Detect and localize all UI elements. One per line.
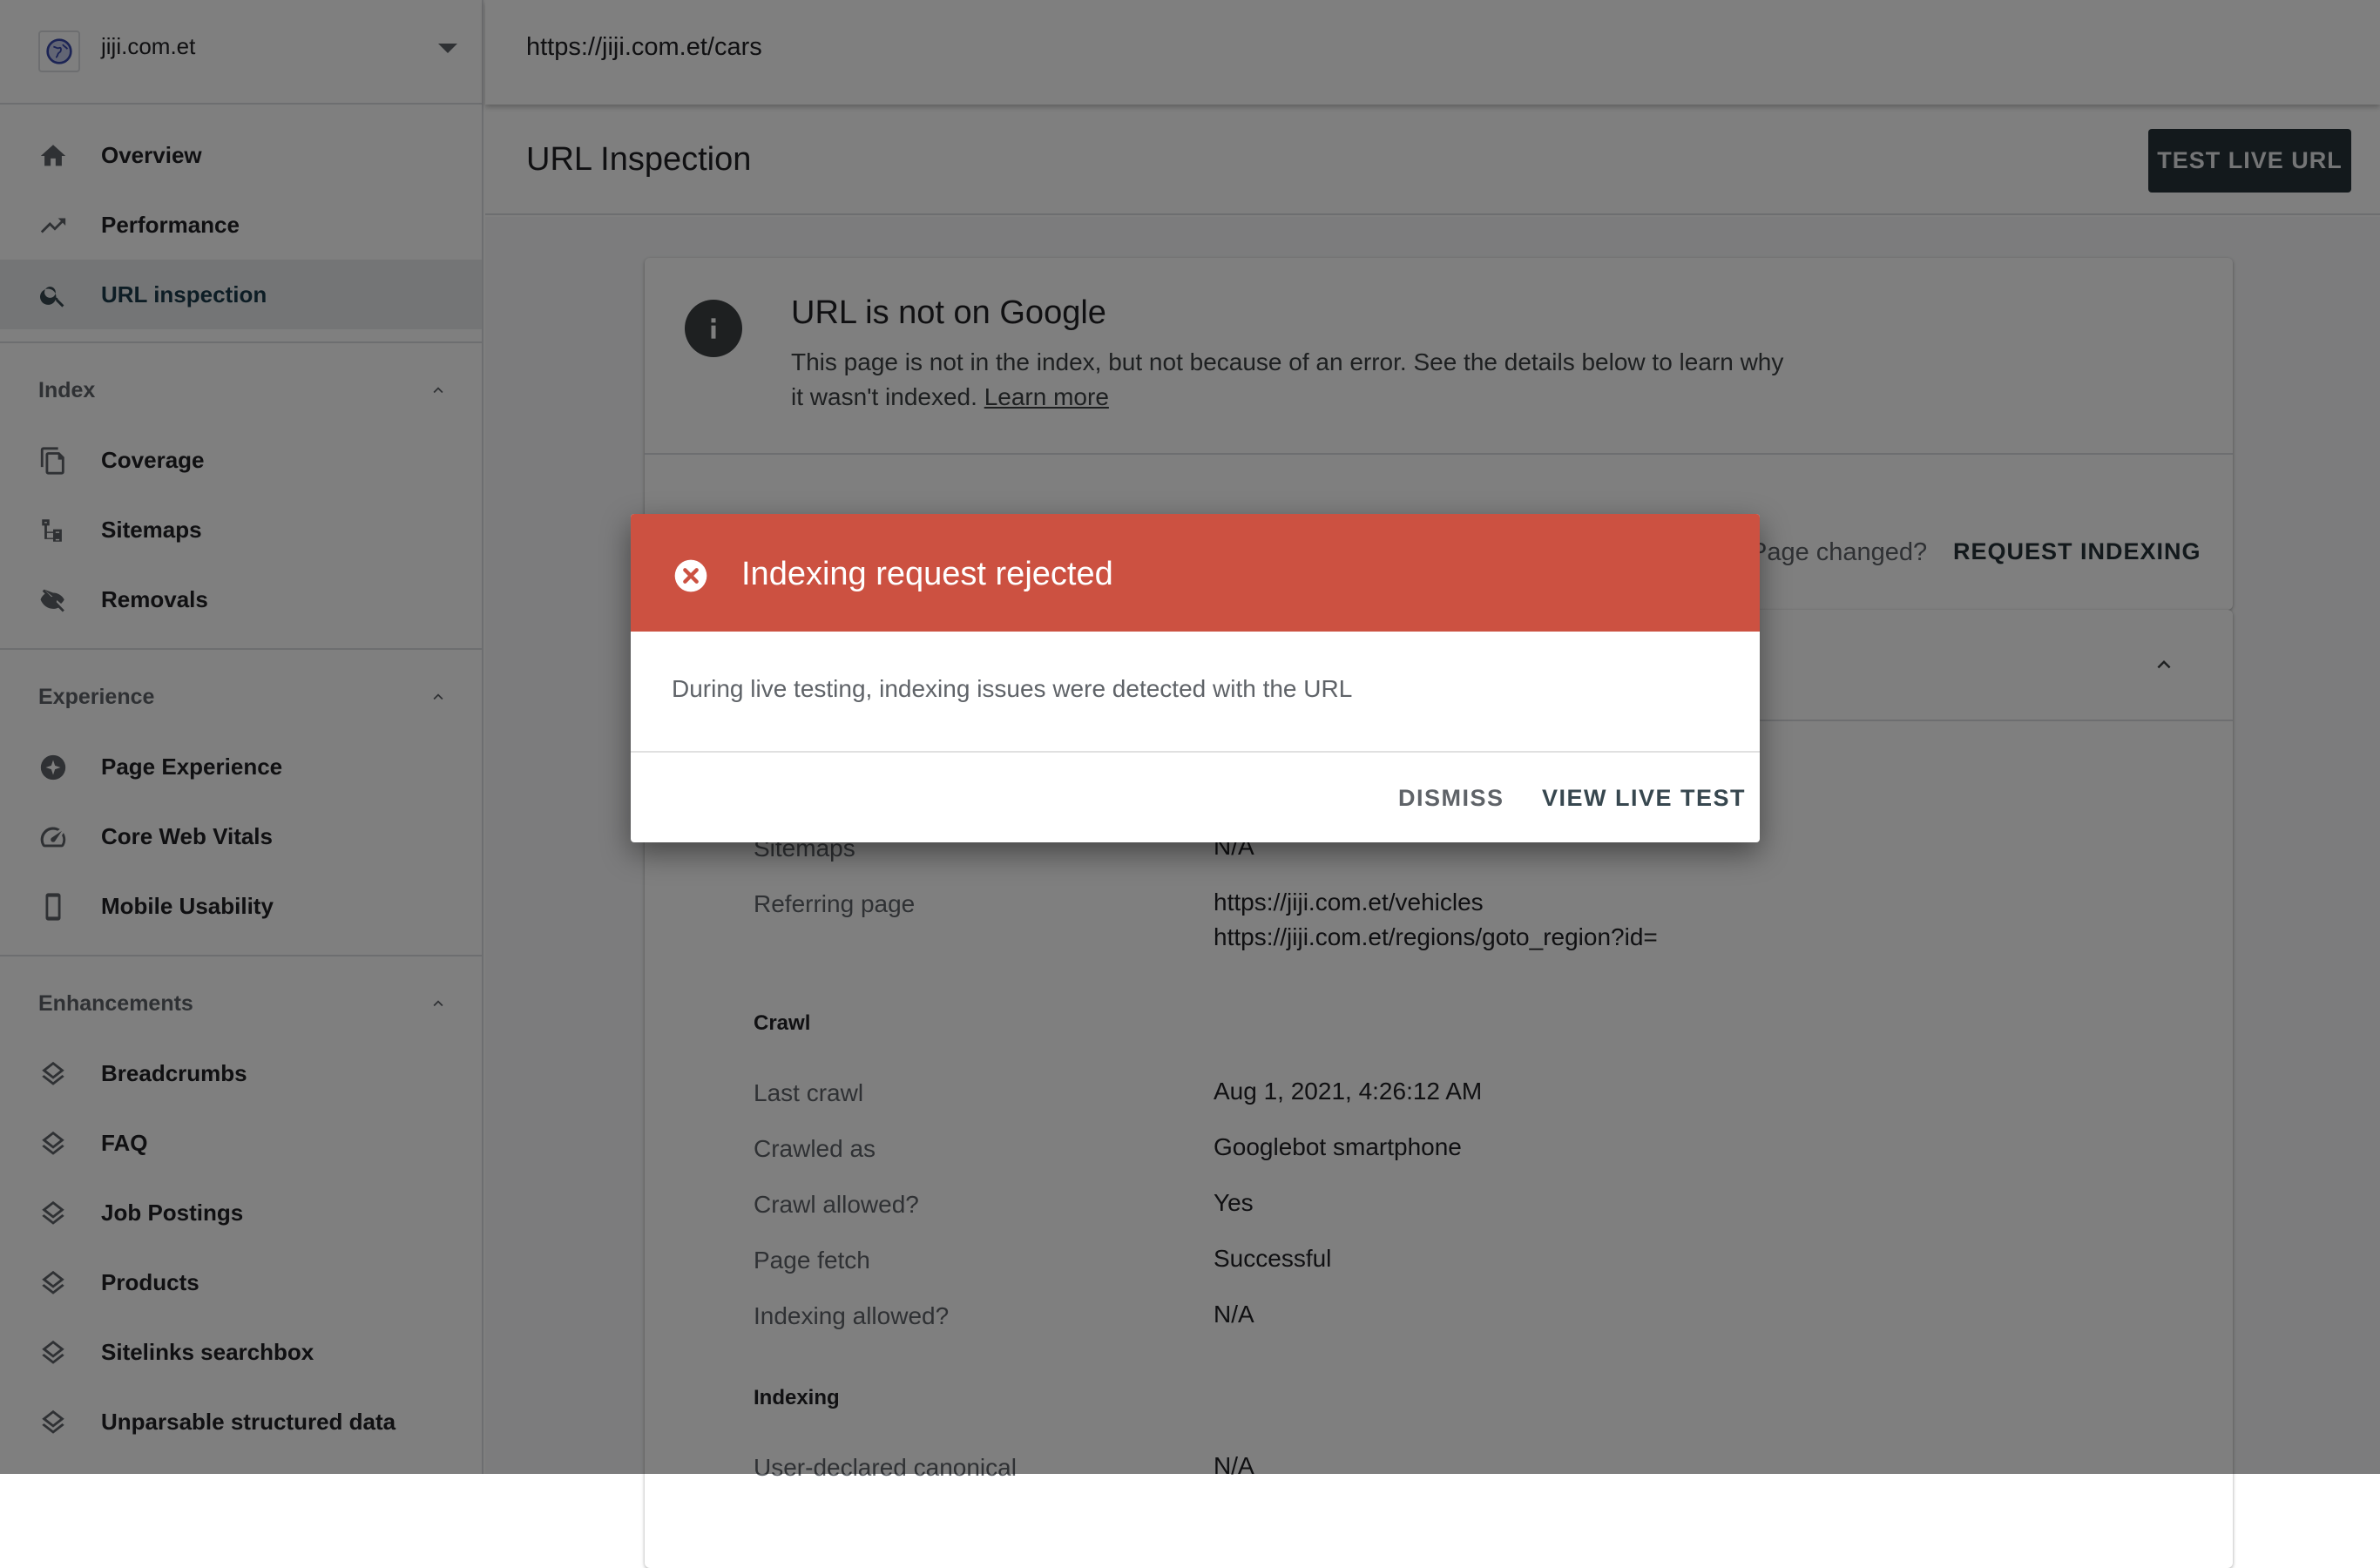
divider <box>631 751 1760 753</box>
dialog-header: Indexing request rejected <box>631 514 1760 632</box>
dismiss-button[interactable]: DISMISS <box>1398 785 1504 812</box>
dialog-message: During live testing, indexing issues wer… <box>672 675 1353 702</box>
indexing-rejected-dialog: Indexing request rejected During live te… <box>631 514 1760 842</box>
view-live-test-button[interactable]: VIEW LIVE TEST <box>1542 785 1746 812</box>
error-circle-icon <box>674 559 707 592</box>
search-console-app: jiji.com.et Overview Performance URL ins… <box>0 0 2380 1568</box>
dialog-title: Indexing request rejected <box>741 556 1113 592</box>
